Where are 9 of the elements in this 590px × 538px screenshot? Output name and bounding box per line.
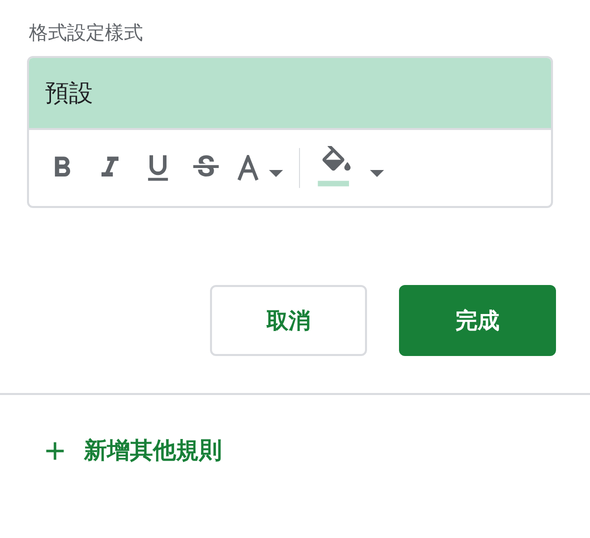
caret-icon [269, 170, 283, 176]
text-color-button[interactable] [237, 155, 283, 181]
cancel-button[interactable]: 取消 [210, 285, 367, 356]
done-button[interactable]: 完成 [399, 285, 556, 356]
style-preview: 預設 [29, 58, 551, 130]
text-color-icon [237, 155, 259, 181]
caret-icon [370, 170, 384, 176]
add-rule-button[interactable]: 新增其他規則 [40, 435, 222, 466]
section-label: 格式設定樣式 [29, 21, 144, 46]
